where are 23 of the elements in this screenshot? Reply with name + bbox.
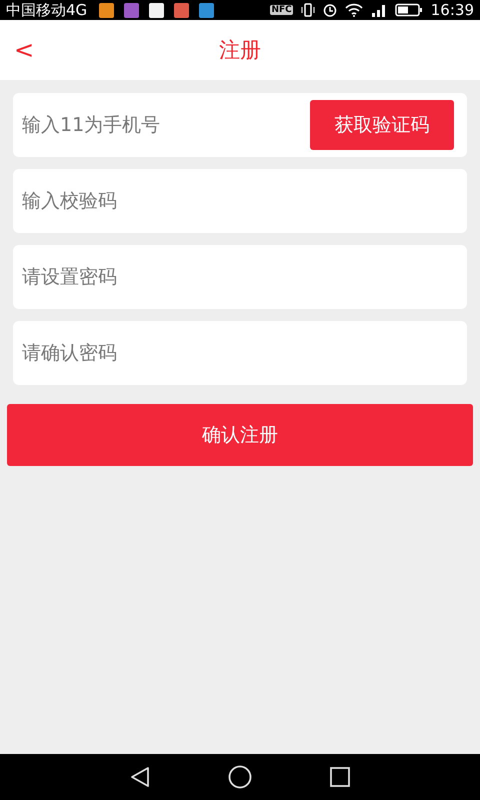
- back-nav-icon[interactable]: [128, 766, 151, 788]
- alarm-icon: [322, 3, 337, 17]
- back-button[interactable]: <: [10, 34, 38, 66]
- home-nav-icon[interactable]: [228, 765, 252, 789]
- page-title: 注册: [219, 37, 261, 64]
- input-field[interactable]: 请设置密码: [13, 245, 467, 309]
- signal-icon: [370, 3, 387, 17]
- vibrate-icon: [300, 3, 315, 17]
- text-input[interactable]: 输入校验码: [20, 180, 453, 222]
- text-input[interactable]: 请设置密码: [20, 256, 453, 298]
- wifi-icon: [344, 3, 363, 17]
- register-button[interactable]: 确认注册: [7, 404, 473, 466]
- nfc-badge: NFC: [270, 5, 293, 15]
- input-field[interactable]: 请确认密码: [13, 321, 467, 385]
- text-input[interactable]: 请确认密码: [20, 332, 453, 374]
- input-field[interactable]: 输入11为手机号 获取验证码: [13, 93, 467, 157]
- battery-icon: [394, 3, 423, 17]
- input-field[interactable]: 输入校验码: [13, 169, 467, 233]
- text-input[interactable]: 输入11为手机号: [20, 104, 310, 146]
- carrier-name: 中国移动4G: [6, 0, 88, 20]
- recents-nav-icon[interactable]: [329, 766, 352, 788]
- get-code-button[interactable]: 获取验证码: [310, 100, 454, 150]
- clock-time: 16:39: [430, 1, 474, 19]
